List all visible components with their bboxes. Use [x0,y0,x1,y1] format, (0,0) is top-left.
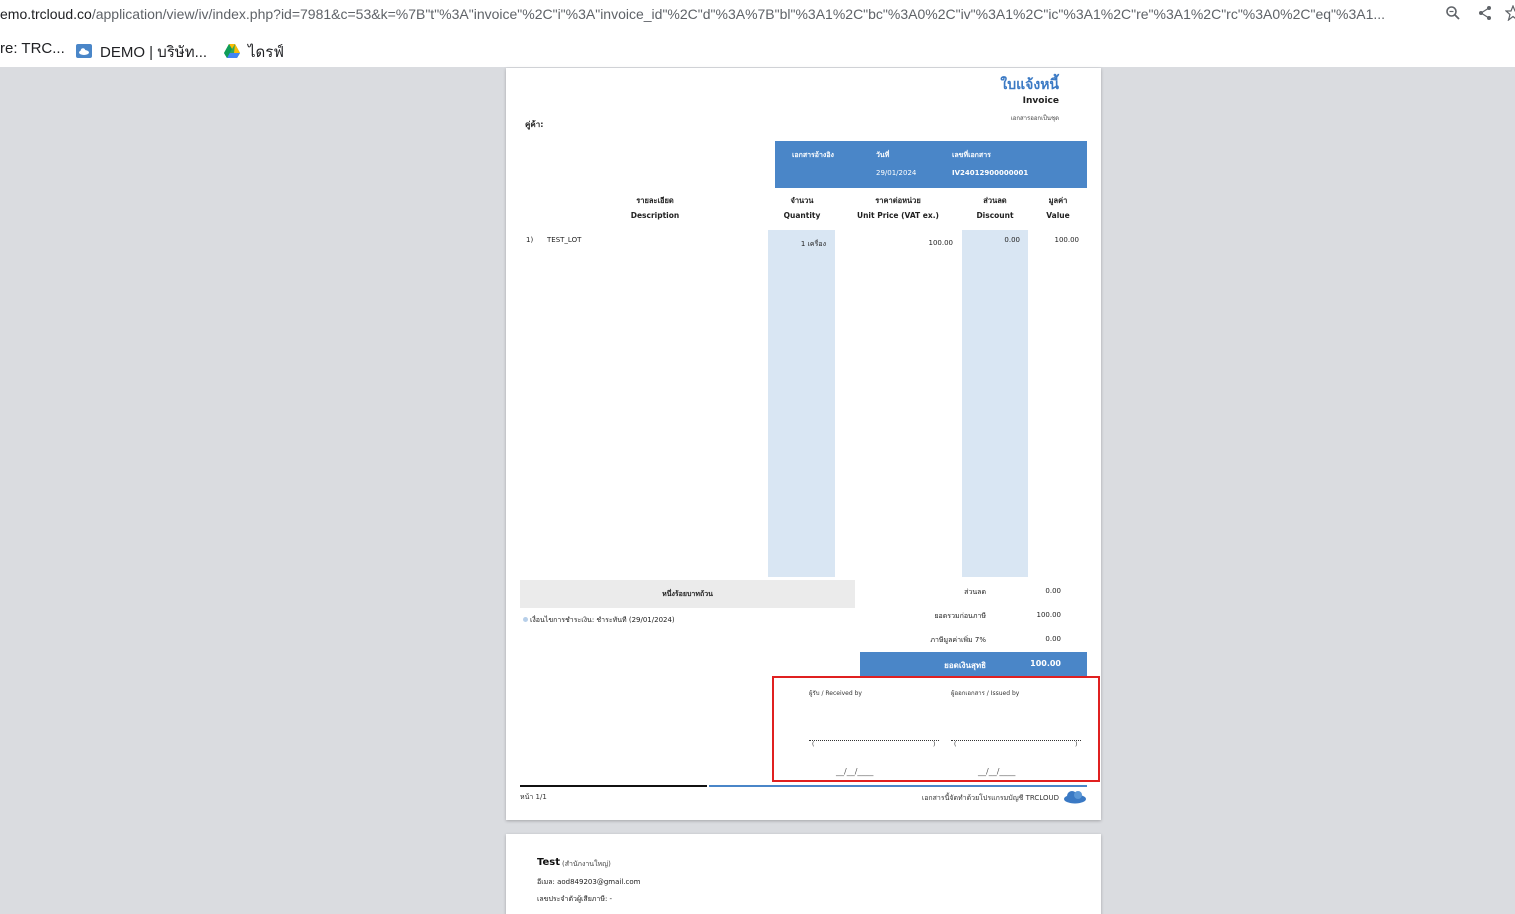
col-value-th: มูลค่า [1048,196,1068,205]
star-icon[interactable] [1505,5,1515,25]
col-disc-en: Discount [976,211,1014,220]
col-desc-th: รายละเอียด [636,196,674,205]
url-path: /application/view/iv/index.php?id=7981&c… [91,6,1386,22]
document-title-thai: ใบแจ้งหนี้ [1000,77,1059,93]
bookmark-item[interactable]: re: TRC... [0,40,65,57]
summary-vat: 0.00 [1045,635,1061,643]
signature-highlight-box [772,676,1100,782]
quantity-column-shade [768,230,835,577]
document-title-english: Invoice [1022,96,1059,106]
grand-total: 100.00 [1030,659,1061,668]
invoice-page-2: Test (สำนักงานใหญ่) อีเมล: aod849203@gma… [506,834,1101,914]
bullet-icon [523,617,528,622]
col-disc-th: ส่วนลด [983,196,1007,205]
amount-in-words: หนึ่งร้อยบาทถ้วน [662,590,713,598]
bookmark-item[interactable]: DEMO | บริษัท... [76,40,207,64]
item-discount: 0.00 [1004,236,1020,244]
url-domain: emo.trcloud.co [0,6,92,22]
doc-number: IV24012900000001 [952,169,1029,177]
summary-subtotal-label: ยอดรวมก่อนภาษี [934,612,986,620]
bookmark-label: re: TRC... [0,40,65,57]
item-description: TEST_LOT [547,236,582,244]
grand-total-box: ยอดเงินสุทธิ 100.00 [860,652,1087,677]
summary-discount-label: ส่วนลด [964,588,986,596]
amount-in-words-box: หนึ่งร้อยบาทถ้วน [520,580,855,608]
item-value: 100.00 [1054,236,1080,244]
company-tax-id: เลขประจำตัวผู้เสียภาษี: - [537,895,613,903]
bookmark-label: DEMO | บริษัท... [100,44,208,61]
share-icon[interactable] [1475,5,1495,25]
bookmarks-bar: re: TRC... DEMO | บริษัท... ไดรฟ์ [0,31,1515,68]
url-text[interactable]: emo.trcloud.co/application/view/iv/index… [0,6,1385,22]
col-qty-en: Quantity [783,211,821,220]
document-subtitle: เอกสารออกเป็นชุด [1010,115,1059,122]
summary-discount: 0.00 [1045,587,1061,595]
footer-divider-black [520,785,707,787]
col-value-en: Value [1046,211,1070,220]
bookmark-item[interactable]: ไดรฟ์ [224,40,284,64]
customer-label: คู่ค้า: [525,120,544,129]
item-number: 1) [526,236,534,244]
company-branch: (สำนักงานใหญ่) [562,860,611,868]
reference-box: เอกสารอ้างอิง วันที่ เลขที่เอกสาร 29/01/… [775,141,1087,188]
docno-label: เลขที่เอกสาร [952,151,991,159]
generated-by: เอกสารนี้จัดทำด้วยโปรแกรมบัญชี TRCLOUD [921,794,1059,802]
doc-date: 29/01/2024 [876,169,917,177]
summary-subtotal: 100.00 [1036,611,1062,619]
address-bar[interactable]: emo.trcloud.co/application/view/iv/index… [0,0,1515,31]
footer-divider-blue [709,785,1087,787]
summary-vat-label: ภาษีมูลค่าเพิ่ม 7% [930,636,986,644]
item-quantity: 1 เครื่อง [800,240,826,248]
company-email: อีเมล: aod849203@gmail.com [537,878,641,886]
ref-label: เอกสารอ้างอิง [792,151,834,159]
invoice-page: ใบแจ้งหนี้ Invoice เอกสารออกเป็นชุด คู่ค… [506,68,1101,820]
trcloud-logo-icon [1063,788,1087,808]
col-qty-th: จำนวน [790,196,814,205]
drive-icon [224,44,240,58]
col-desc-en: Description [630,211,680,220]
grand-total-label: ยอดเงินสุทธิ [944,661,986,670]
page-number: หน้า 1/1 [520,793,547,801]
cloud-icon [76,44,92,58]
company-name: Test [537,857,561,868]
item-unit-price: 100.00 [928,239,954,247]
bookmark-label: ไดรฟ์ [248,44,284,61]
date-label: วันที่ [876,151,890,159]
col-price-en: Unit Price (VAT ex.) [857,211,939,220]
col-price-th: ราคาต่อหน่วย [875,196,921,205]
payment-terms: เงื่อนไขการชำระเงิน: ชำระทันที (29/01/20… [530,616,675,624]
discount-column-shade [962,230,1028,577]
zoom-icon[interactable] [1443,5,1463,25]
